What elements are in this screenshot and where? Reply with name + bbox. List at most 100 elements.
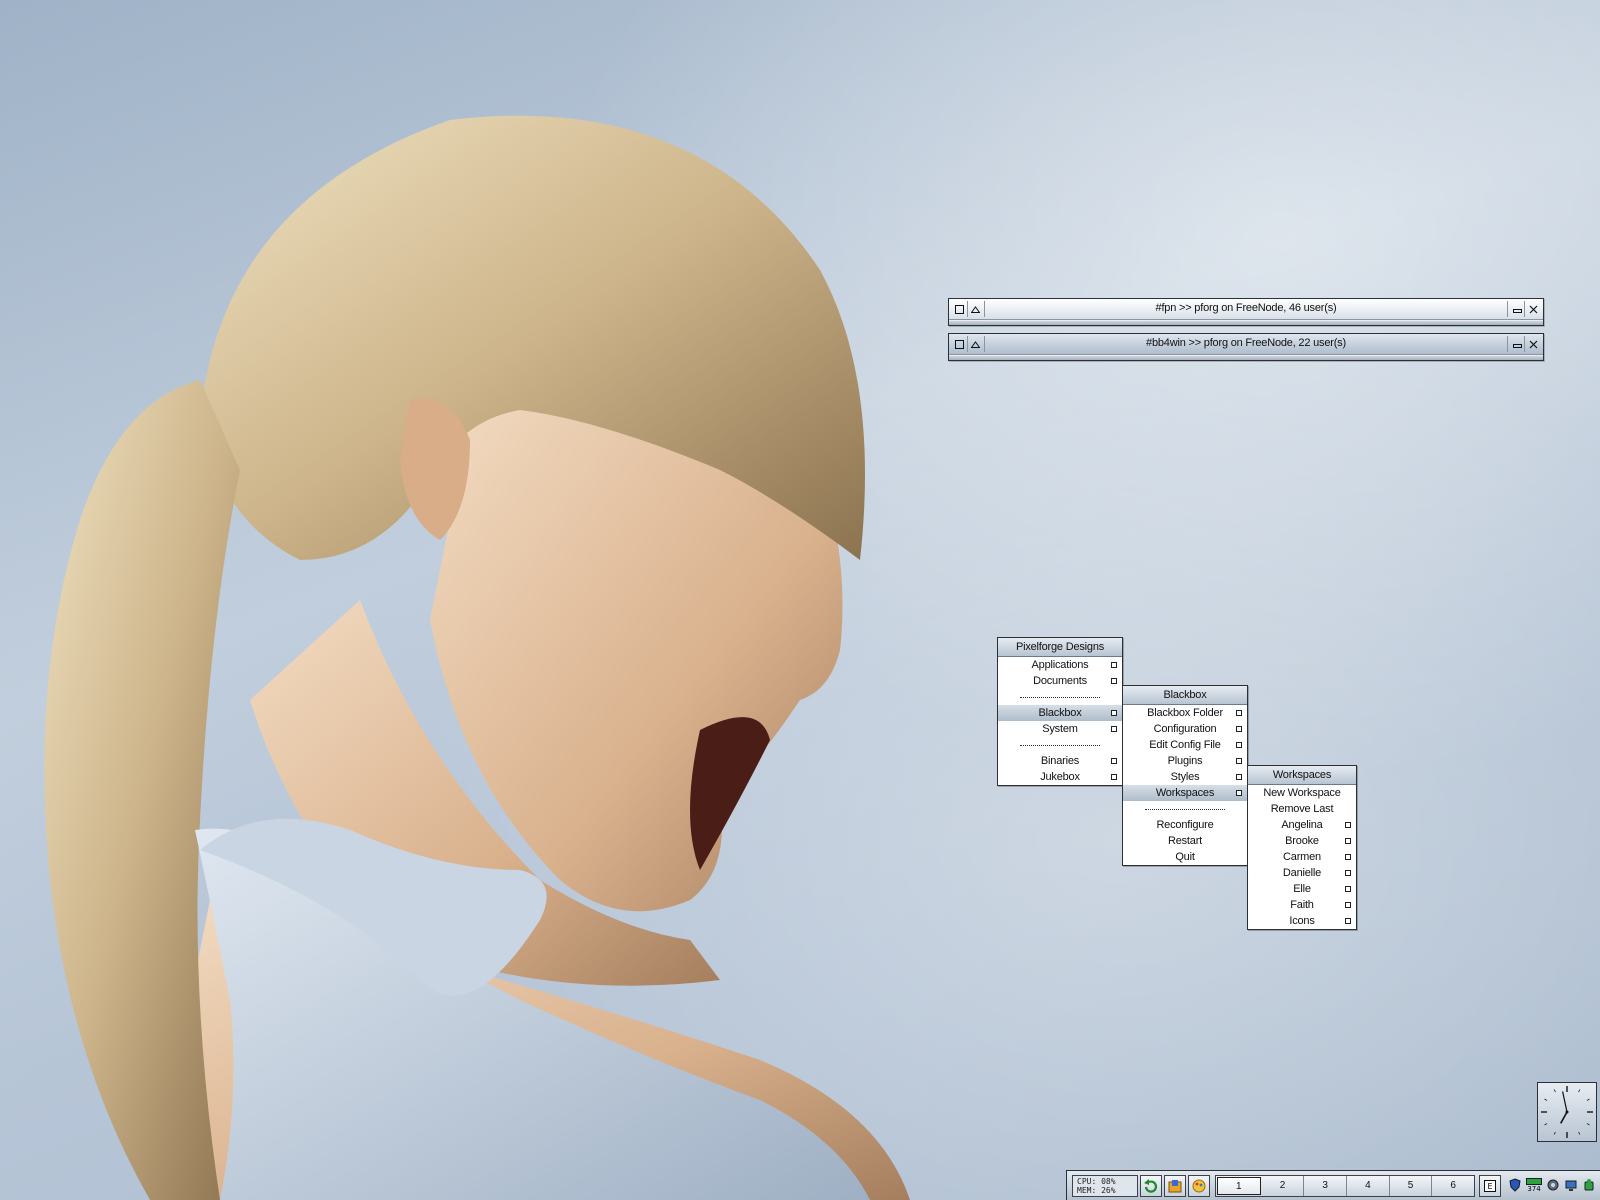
submenu-arrow-icon: [1236, 726, 1242, 732]
submenu-arrow-icon: [1345, 886, 1351, 892]
desktop-background: [0, 0, 1600, 1200]
workspace-button-5[interactable]: 5: [1390, 1176, 1433, 1196]
menu-title: Workspaces: [1248, 766, 1356, 785]
submenu-arrow-icon: [1236, 742, 1242, 748]
menu-item-documents[interactable]: Documents: [998, 673, 1122, 689]
workspace-label: 6: [1450, 1180, 1456, 1191]
shade-icon[interactable]: [968, 337, 982, 351]
clock-tick: [1544, 1123, 1548, 1126]
clock-tick: [1544, 1098, 1548, 1101]
menu-item-system[interactable]: System: [998, 721, 1122, 737]
close-icon[interactable]: [1526, 302, 1540, 316]
battery-indicator[interactable]: 374: [1525, 1177, 1543, 1193]
battery-value: 374: [1527, 1184, 1541, 1193]
window-menu-icon[interactable]: [952, 337, 966, 351]
android-icon[interactable]: [1581, 1177, 1597, 1193]
wallpaper-figure: [44, 115, 910, 1200]
menu-title: Pixelforge Designs: [998, 638, 1122, 657]
menu-item-label: Icons: [1289, 915, 1315, 927]
menu-item-icons[interactable]: Icons: [1248, 913, 1356, 929]
menu-item-applications[interactable]: Applications: [998, 657, 1122, 673]
svg-text:E: E: [1487, 1182, 1492, 1191]
menu-item-new-workspace[interactable]: New Workspace: [1248, 785, 1356, 801]
workspace-button-3[interactable]: 3: [1304, 1176, 1348, 1196]
window-menu-icon[interactable]: [952, 302, 966, 316]
window-titlebar[interactable]: #bb4win >> pforg on FreeNode, 22 user(s): [949, 334, 1543, 355]
menu-item-carmen[interactable]: Carmen: [1248, 849, 1356, 865]
clock-tick: [1578, 1131, 1581, 1135]
main-menu[interactable]: Pixelforge Designs Applications Document…: [997, 637, 1123, 786]
menu-item-label: Remove Last: [1270, 803, 1334, 815]
window-resize-handle[interactable]: [949, 356, 1543, 360]
menu-item-label: Danielle: [1282, 867, 1322, 879]
menu-item-plugins[interactable]: Plugins: [1123, 753, 1247, 769]
menu-item-brooke[interactable]: Brooke: [1248, 833, 1356, 849]
close-icon[interactable]: [1526, 337, 1540, 351]
menu-item-restart[interactable]: Restart: [1123, 833, 1247, 849]
menu-item-configuration[interactable]: Configuration: [1123, 721, 1247, 737]
menu-item-label: Elle: [1293, 883, 1311, 895]
menu-item-label: Edit Config File: [1149, 739, 1221, 751]
minimize-icon[interactable]: [1510, 337, 1524, 351]
workspaces-submenu[interactable]: Workspaces New Workspace Remove Last Ang…: [1247, 765, 1357, 930]
submenu-arrow-icon: [1236, 710, 1242, 716]
menu-item-angelina[interactable]: Angelina: [1248, 817, 1356, 833]
submenu-arrow-icon: [1345, 870, 1351, 876]
menu-item-label: Brooke: [1285, 835, 1319, 847]
menu-item-edit-config-file[interactable]: Edit Config File: [1123, 737, 1247, 753]
workspace-button-1[interactable]: 1: [1217, 1177, 1261, 1195]
irc-window-fpn[interactable]: #fpn >> pforg on FreeNode, 46 user(s): [948, 298, 1544, 326]
menu-item-quit[interactable]: Quit: [1123, 849, 1247, 865]
submenu-arrow-icon: [1236, 790, 1242, 796]
window-titlebar[interactable]: #fpn >> pforg on FreeNode, 46 user(s): [949, 299, 1543, 320]
blackbox-submenu[interactable]: Blackbox Blackbox Folder Configuration E…: [1122, 685, 1248, 866]
submenu-arrow-icon: [1111, 726, 1117, 732]
minimize-icon[interactable]: [1510, 302, 1524, 316]
menu-item-label: Blackbox Folder: [1147, 707, 1223, 719]
menu-item-label: Restart: [1167, 835, 1203, 847]
menu-item-label: Documents: [1033, 675, 1087, 687]
submenu-arrow-icon: [1111, 774, 1117, 780]
submenu-arrow-icon: [1345, 838, 1351, 844]
mem-label: MEM:: [1077, 1186, 1097, 1195]
network-icon[interactable]: [1545, 1177, 1561, 1193]
tray-toggle-button[interactable]: E: [1479, 1175, 1501, 1197]
menu-item-jukebox[interactable]: Jukebox: [998, 769, 1122, 785]
workspace-button-4[interactable]: 4: [1347, 1176, 1390, 1196]
folder-launcher-button[interactable]: [1164, 1175, 1186, 1197]
shield-icon[interactable]: [1507, 1177, 1523, 1193]
menu-item-danielle[interactable]: Danielle: [1248, 865, 1356, 881]
palette-launcher-button[interactable]: [1188, 1175, 1210, 1197]
clock-hour-hand: [1559, 1111, 1568, 1124]
menu-item-label: Reconfigure: [1156, 819, 1214, 831]
menu-item-remove-last[interactable]: Remove Last: [1248, 801, 1356, 817]
menu-item-label: Faith: [1290, 899, 1314, 911]
clock-minute-hand: [1562, 1091, 1568, 1113]
submenu-arrow-icon: [1345, 918, 1351, 924]
irc-window-bb4win[interactable]: #bb4win >> pforg on FreeNode, 22 user(s): [948, 333, 1544, 361]
refresh-launcher-button[interactable]: [1140, 1175, 1162, 1197]
menu-item-styles[interactable]: Styles: [1123, 769, 1247, 785]
cpu-value: 08%: [1101, 1177, 1116, 1186]
menu-item-workspaces[interactable]: Workspaces: [1123, 785, 1247, 801]
submenu-arrow-icon: [1345, 822, 1351, 828]
workspace-button-2[interactable]: 2: [1262, 1176, 1305, 1196]
menu-item-binaries[interactable]: Binaries: [998, 753, 1122, 769]
menu-item-faith[interactable]: Faith: [1248, 897, 1356, 913]
monitor-icon[interactable]: [1563, 1177, 1579, 1193]
workspace-switcher[interactable]: 1 2 3 4 5 6: [1215, 1175, 1475, 1197]
workspace-button-6[interactable]: 6: [1432, 1176, 1474, 1196]
shade-icon[interactable]: [968, 302, 982, 316]
window-title: #bb4win >> pforg on FreeNode, 22 user(s): [1146, 337, 1346, 349]
menu-item-reconfigure[interactable]: Reconfigure: [1123, 817, 1247, 833]
battery-icon: [1526, 1177, 1542, 1185]
menu-item-blackbox-folder[interactable]: Blackbox Folder: [1123, 705, 1247, 721]
window-resize-handle[interactable]: [949, 321, 1543, 325]
menu-item-label: Applications: [1031, 659, 1089, 671]
menu-item-blackbox[interactable]: Blackbox: [998, 705, 1122, 721]
menu-item-label: Configuration: [1153, 723, 1217, 735]
menu-item-label: Workspaces: [1155, 787, 1215, 799]
menu-item-elle[interactable]: Elle: [1248, 881, 1356, 897]
menu-item-label: System: [1042, 723, 1078, 735]
clock-tick: [1578, 1089, 1581, 1093]
